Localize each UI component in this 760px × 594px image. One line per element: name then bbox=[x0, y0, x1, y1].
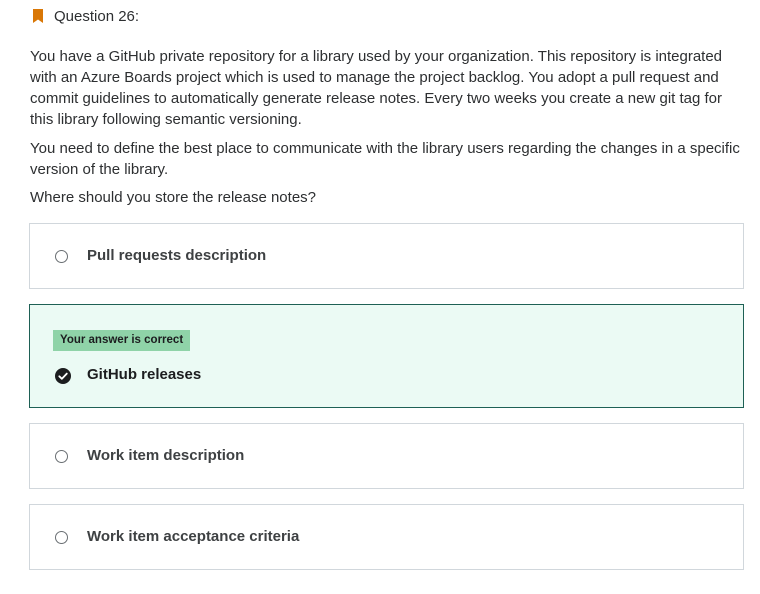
bookmark-icon[interactable] bbox=[30, 8, 46, 24]
correct-answer-badge: Your answer is correct bbox=[53, 330, 191, 351]
question-paragraph: You have a GitHub private repository for… bbox=[30, 48, 723, 128]
option-label: Work item acceptance criteria bbox=[87, 528, 300, 545]
answer-option-work-item-acceptance-criteria[interactable]: Work item acceptance criteria bbox=[29, 504, 744, 570]
answer-option-github-releases[interactable]: Your answer is correct GitHub releases bbox=[29, 304, 744, 408]
check-circle-icon[interactable] bbox=[55, 368, 71, 384]
question-paragraph: You need to define the best place to com… bbox=[30, 140, 740, 178]
radio-button[interactable] bbox=[55, 531, 68, 544]
question-prompt: Where should you store the release notes… bbox=[30, 189, 317, 206]
radio-button[interactable] bbox=[55, 450, 68, 463]
question-header: Question 26: bbox=[30, 6, 139, 26]
option-label: GitHub releases bbox=[87, 366, 202, 383]
question-title: Question 26: bbox=[54, 7, 140, 25]
option-label: Pull requests description bbox=[87, 247, 267, 264]
answer-option-pull-requests-description[interactable]: Pull requests description bbox=[29, 223, 744, 289]
answer-option-work-item-description[interactable]: Work item description bbox=[29, 423, 744, 489]
radio-button[interactable] bbox=[55, 250, 68, 263]
question-body: You have a GitHub private repository for… bbox=[30, 46, 748, 216]
option-label: Work item description bbox=[87, 447, 245, 464]
